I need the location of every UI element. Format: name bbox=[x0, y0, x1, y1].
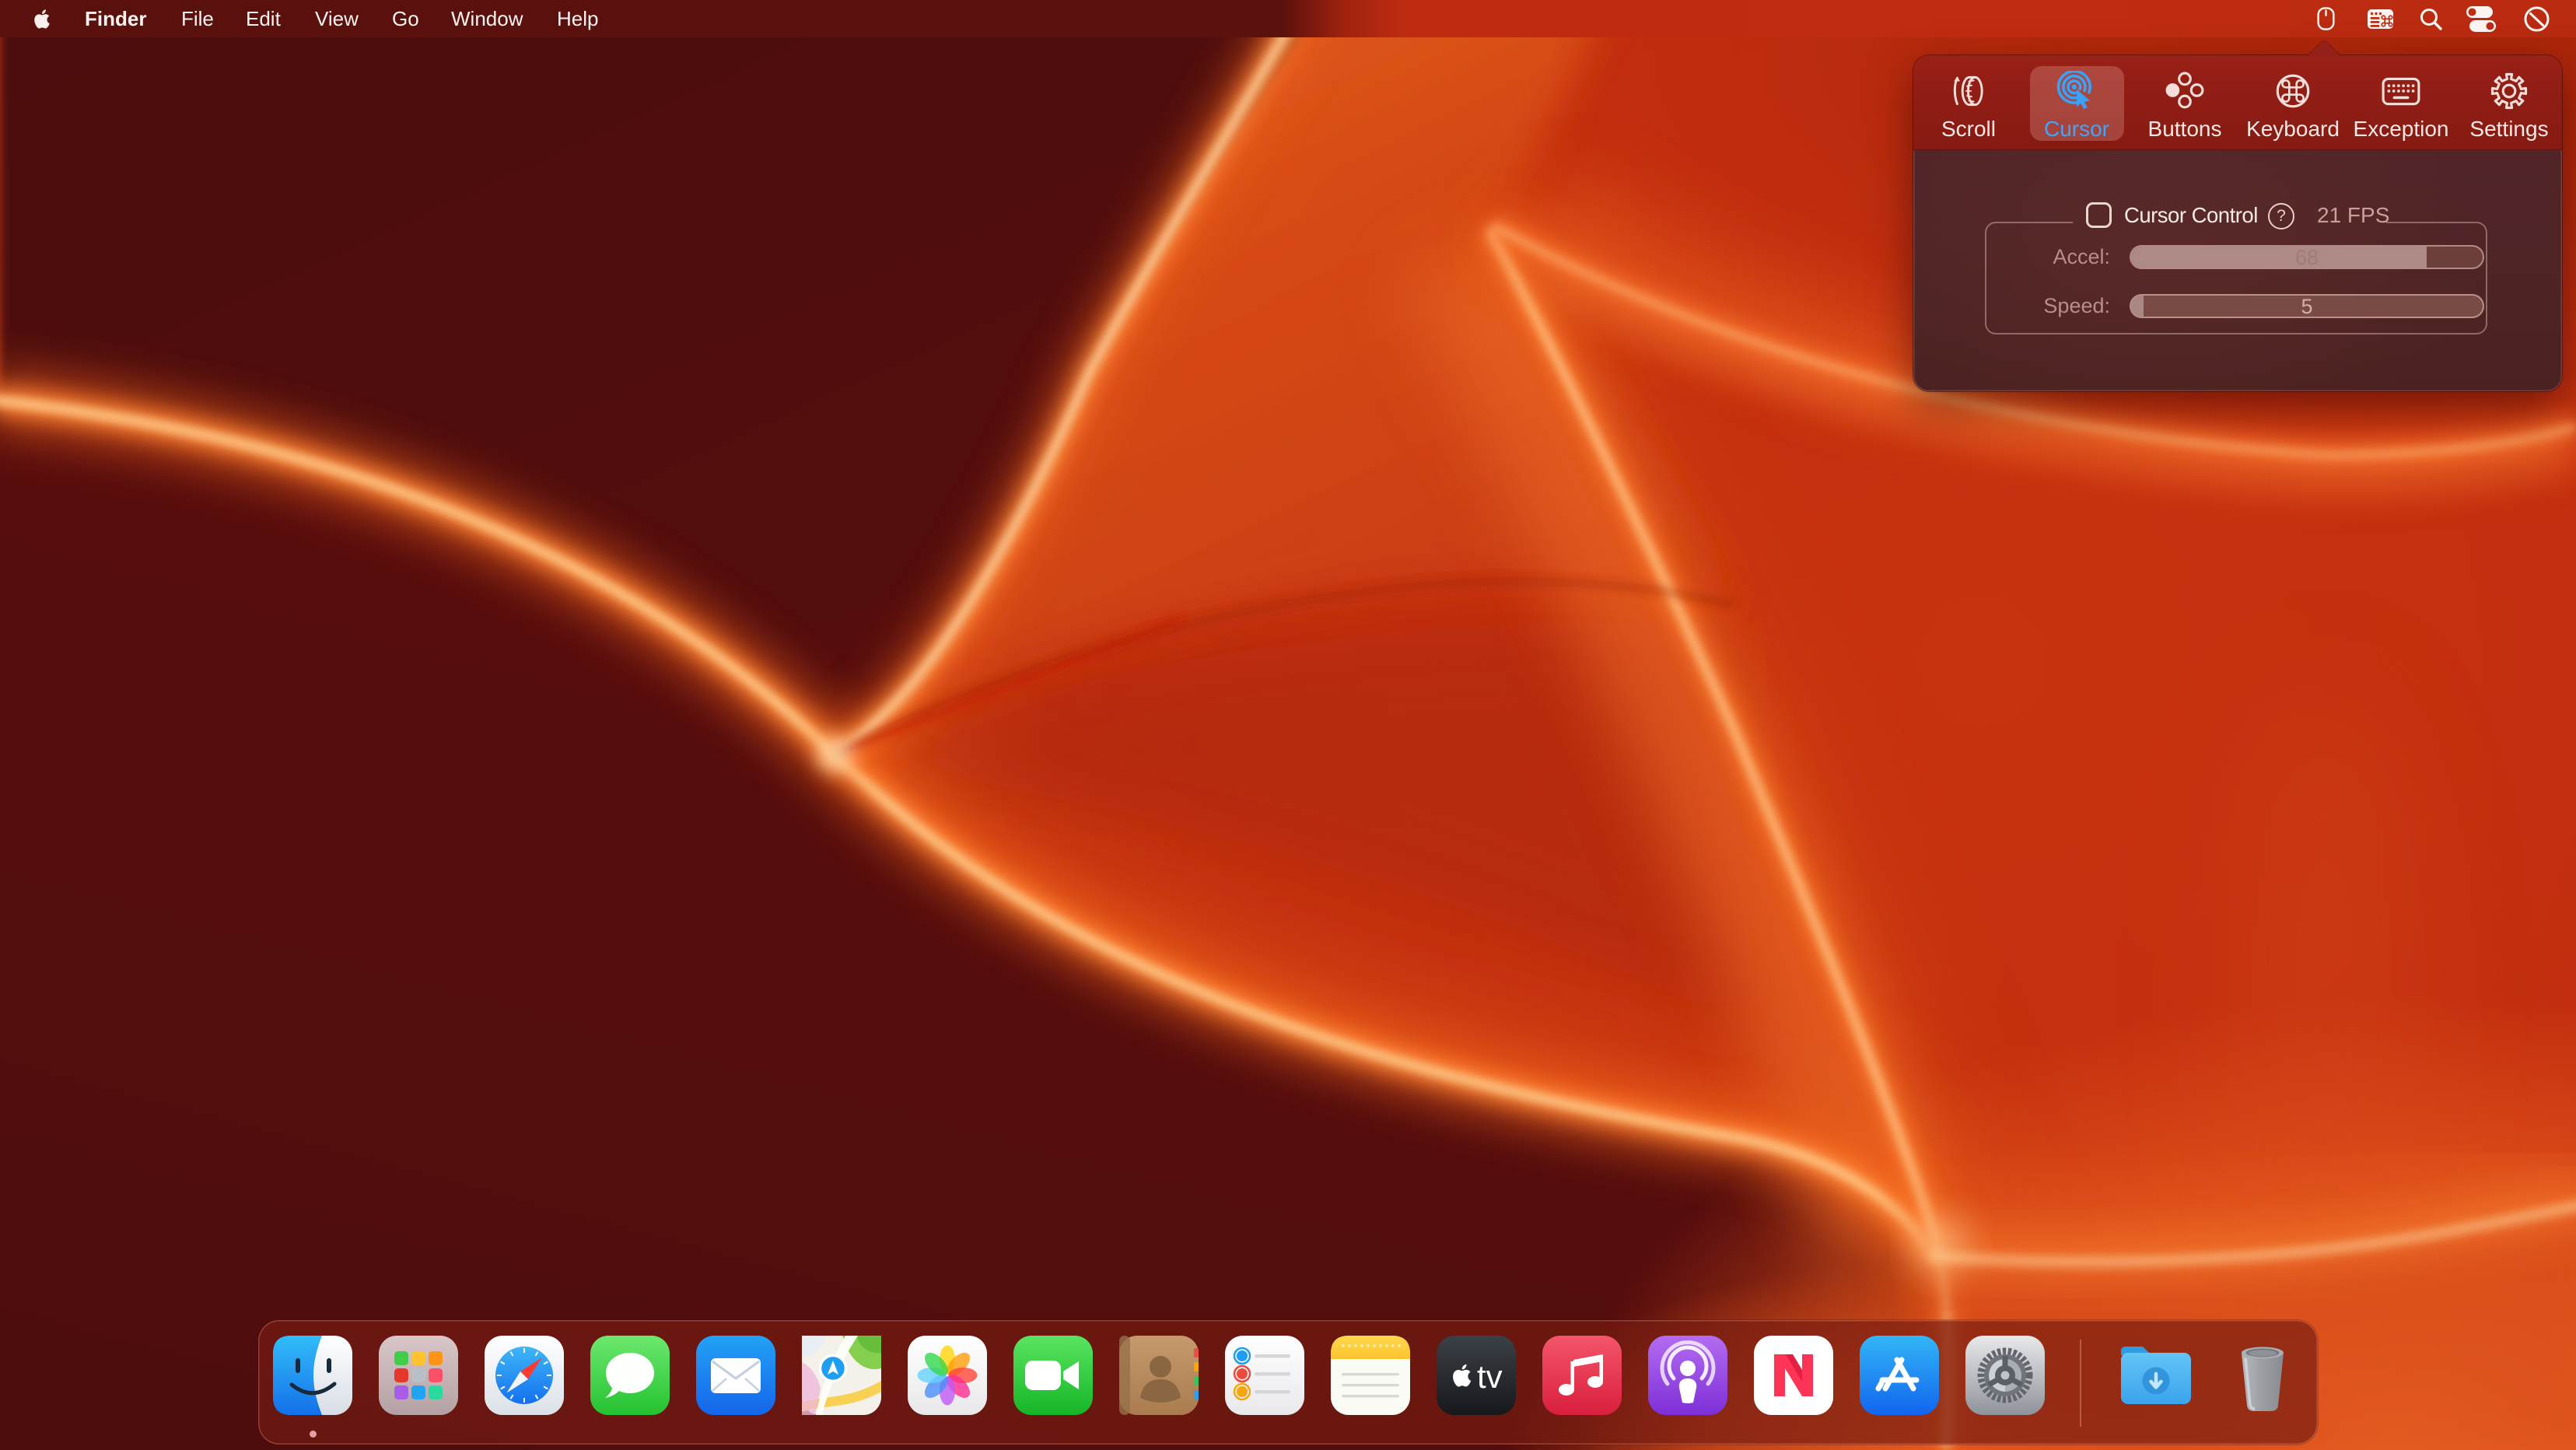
svg-text:tv: tv bbox=[1477, 1358, 1503, 1395]
